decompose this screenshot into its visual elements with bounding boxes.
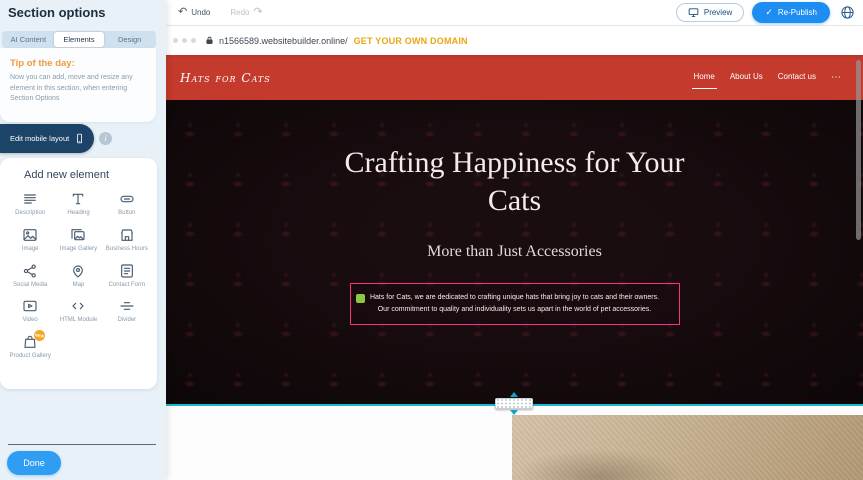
browser-dots — [173, 38, 196, 43]
redo-label: Redo — [230, 8, 249, 17]
scrollbar-thumb[interactable] — [856, 60, 861, 240]
html-module-icon — [70, 298, 86, 314]
element-tile-image-gallery[interactable]: Image Gallery — [54, 222, 102, 256]
heading-icon — [70, 191, 86, 207]
add-panel-title: Add new element — [0, 158, 157, 186]
hero-paragraph-text: Hats for Cats, we are dedicated to craft… — [370, 294, 659, 313]
ai-element-handle-icon[interactable] — [356, 294, 365, 303]
arrow-up-icon — [510, 392, 518, 397]
hero-paragraph[interactable]: Hats for Cats, we are dedicated to craft… — [350, 283, 680, 325]
element-grid: Description Heading Button Image Image G… — [0, 186, 157, 363]
element-tile-social-media[interactable]: Social Media — [6, 258, 54, 292]
sidebar-divider — [8, 444, 156, 445]
next-section-image[interactable] — [512, 415, 863, 480]
text-lines-icon — [22, 191, 38, 207]
hero-subtitle[interactable]: More than Just Accessories — [427, 243, 602, 261]
monitor-icon — [688, 7, 699, 18]
tab-elements[interactable]: Elements — [54, 32, 105, 47]
image-gallery-icon — [70, 227, 86, 243]
tab-ai-content[interactable]: AI Content — [3, 32, 54, 47]
divider-icon — [119, 298, 135, 314]
button-icon — [119, 191, 135, 207]
get-domain-link[interactable]: GET YOUR OWN DOMAIN — [354, 36, 468, 46]
drag-grip-icon — [495, 398, 533, 409]
sidebar-tabs: AI Content Elements Design — [2, 31, 156, 48]
sidebar-title: Section options — [8, 5, 106, 20]
next-section[interactable] — [166, 406, 863, 480]
section-resize-handle[interactable] — [493, 392, 535, 415]
element-tile-contact-form[interactable]: Contact Form — [103, 258, 151, 292]
tip-title: Tip of the day: — [10, 58, 146, 69]
preview-label: Preview — [704, 8, 732, 17]
element-tile-video[interactable]: Video — [6, 293, 54, 327]
video-icon — [22, 298, 38, 314]
tip-of-the-day-card: Tip of the day: Now you can add, move an… — [0, 48, 156, 122]
republish-label: Re-Publish — [778, 8, 817, 17]
business-hours-icon — [119, 227, 135, 243]
contact-form-icon — [119, 263, 135, 279]
redo-button[interactable]: Redo ↷ — [226, 7, 262, 18]
info-icon[interactable]: i — [99, 132, 112, 145]
site-preview: Hats for Cats Home About Us Contact us ⋯… — [166, 55, 863, 480]
element-tile-heading[interactable]: Heading — [54, 186, 102, 220]
language-globe-icon[interactable] — [840, 5, 855, 20]
tab-design[interactable]: Design — [104, 32, 155, 47]
image-icon — [22, 227, 38, 243]
element-tile-divider[interactable]: Divider — [103, 293, 151, 327]
undo-button[interactable]: ↶ Undo — [178, 7, 210, 18]
element-tile-product-gallery[interactable]: NEW Product Gallery — [6, 329, 54, 363]
undo-label: Undo — [191, 8, 210, 17]
editor-topbar: ↶ Undo Redo ↷ Preview ✓ Re-Publish — [166, 0, 863, 26]
redo-icon: ↷ — [253, 7, 262, 18]
check-icon: ✓ — [765, 8, 773, 17]
element-tile-html-module[interactable]: HTML Module — [54, 293, 102, 327]
element-tile-map[interactable]: Map — [54, 258, 102, 292]
republish-button[interactable]: ✓ Re-Publish — [752, 2, 830, 23]
preview-button[interactable]: Preview — [676, 3, 744, 22]
undo-icon: ↶ — [178, 7, 187, 18]
site-header: Hats for Cats Home About Us Contact us ⋯ — [166, 55, 863, 100]
edit-mobile-label: Edit mobile layout — [10, 134, 69, 143]
element-tile-business-hours[interactable]: Business Hours — [103, 222, 151, 256]
nav-more-icon[interactable]: ⋯ — [831, 72, 841, 83]
nav-item-home[interactable]: Home — [694, 72, 715, 83]
done-button[interactable]: Done — [7, 451, 61, 475]
nav-item-contact[interactable]: Contact us — [778, 72, 816, 83]
element-tile-image[interactable]: Image — [6, 222, 54, 256]
website-builder-app: ↶ Undo Redo ↷ Preview ✓ Re-Publish — [0, 0, 863, 480]
tip-body: Now you can add, move and resize any ele… — [10, 73, 146, 105]
hero-section[interactable]: Crafting Happiness for Your Cats More th… — [166, 100, 863, 406]
add-new-element-panel: Add new element Description Heading Butt… — [0, 158, 157, 389]
element-tile-description[interactable]: Description — [6, 186, 54, 220]
nav-item-about[interactable]: About Us — [730, 72, 763, 83]
element-tile-button[interactable]: Button — [103, 186, 151, 220]
site-url[interactable]: n1566589.websitebuilder.online/ — [219, 36, 348, 46]
site-logo[interactable]: Hats for Cats — [180, 71, 271, 85]
section-options-sidebar: Section options AI Content Elements Desi… — [0, 0, 166, 480]
arrow-down-icon — [510, 410, 518, 415]
map-pin-icon — [70, 263, 86, 279]
edit-mobile-layout-button[interactable]: Edit mobile layout — [0, 124, 94, 153]
hero-title[interactable]: Crafting Happiness for Your Cats — [345, 144, 685, 219]
address-bar: n1566589.websitebuilder.online/ GET YOUR… — [166, 26, 863, 55]
site-nav: Home About Us Contact us ⋯ — [694, 55, 842, 100]
lock-icon — [205, 36, 214, 45]
social-media-icon — [22, 263, 38, 279]
mobile-phone-icon — [74, 133, 85, 144]
